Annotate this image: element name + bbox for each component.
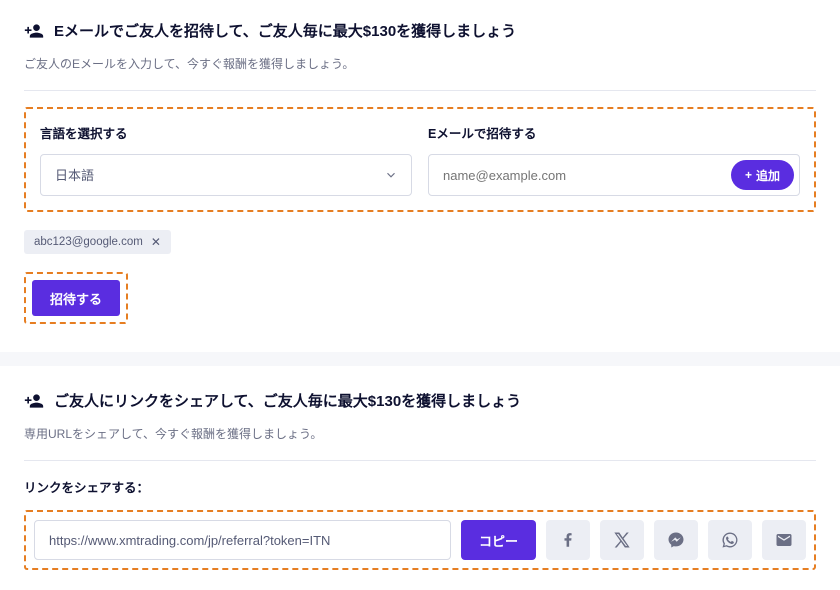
invite-button-highlighted: 招待する [24, 272, 128, 324]
add-button-label: 追加 [756, 167, 780, 184]
share-whatsapp-button[interactable] [708, 520, 752, 560]
link-share-title: ご友人にリンクをシェアして、ご友人毎に最大$130を獲得しましょう [54, 390, 521, 411]
share-facebook-button[interactable] [546, 520, 590, 560]
share-row-highlighted: コピー [24, 510, 816, 570]
chip-remove-icon[interactable]: ✕ [151, 235, 161, 249]
link-share-subtitle: 専用URLをシェアして、今すぐ報酬を獲得しましょう。 [24, 425, 816, 442]
divider [24, 90, 816, 91]
share-messenger-button[interactable] [654, 520, 698, 560]
email-invite-header: Eメールでご友人を招待して、ご友人毎に最大$130を獲得しましょう [24, 20, 816, 41]
email-icon [775, 531, 793, 549]
link-share-header: ご友人にリンクをシェアして、ご友人毎に最大$130を獲得しましょう [24, 390, 816, 411]
language-select[interactable]: 日本語 [40, 154, 412, 196]
referral-url-input[interactable] [34, 520, 451, 560]
chip-email-text: abc123@google.com [34, 236, 143, 248]
divider [24, 460, 816, 461]
invite-button[interactable]: 招待する [32, 280, 120, 316]
add-button[interactable]: + 追加 [731, 160, 794, 190]
email-label: Eメールで招待する [428, 123, 800, 142]
plus-icon: + [745, 168, 752, 182]
language-label: 言語を選択する [40, 123, 412, 142]
copy-button[interactable]: コピー [461, 520, 536, 560]
x-icon [613, 531, 631, 549]
share-email-button[interactable] [762, 520, 806, 560]
whatsapp-icon [721, 531, 739, 549]
email-chip: abc123@google.com ✕ [24, 230, 171, 254]
person-add-icon [24, 391, 44, 411]
messenger-icon [667, 531, 685, 549]
invite-form-highlighted: 言語を選択する 日本語 Eメールで招待する + 追加 [24, 107, 816, 212]
share-label: リンクをシェアする： [24, 477, 816, 496]
person-add-icon [24, 21, 44, 41]
share-x-button[interactable] [600, 520, 644, 560]
email-invite-subtitle: ご友人のEメールを入力して、今すぐ報酬を獲得しましょう。 [24, 55, 816, 72]
email-invite-title: Eメールでご友人を招待して、ご友人毎に最大$130を獲得しましょう [54, 20, 516, 41]
facebook-icon [559, 531, 577, 549]
section-separator [0, 352, 840, 366]
